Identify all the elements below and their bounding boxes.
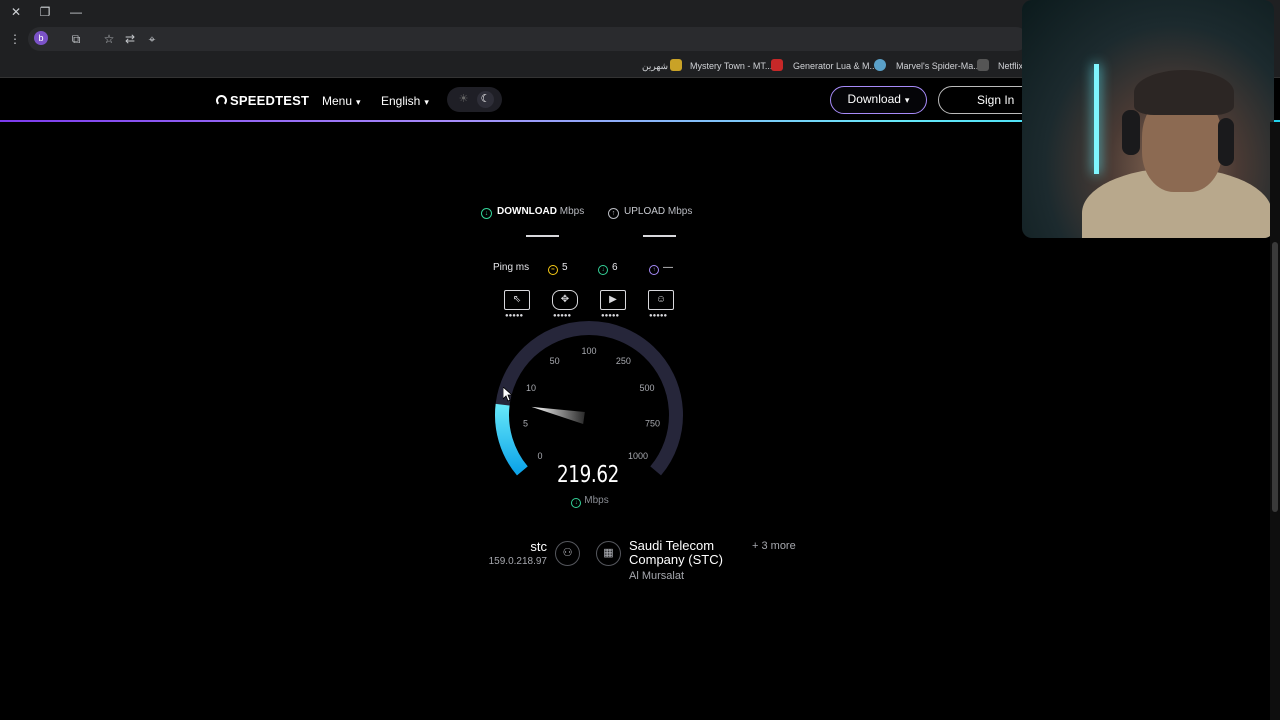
ip-address: 159.0.218.97	[488, 556, 547, 567]
web-browsing-rating: ●●●●●	[505, 313, 524, 319]
bookmark-item[interactable]: Marvel's Spider-Ma...	[896, 59, 981, 73]
headset-icon	[1122, 110, 1140, 155]
download-ping-icon: ↓	[598, 265, 608, 275]
download-ping-value: 6	[612, 262, 618, 273]
gauge-tick-label: 10	[526, 383, 536, 393]
webcam-overlay	[1022, 0, 1274, 238]
address-bar[interactable]	[28, 27, 1028, 51]
upload-ping: ↑ —	[649, 261, 673, 275]
menu-label: Menu	[322, 94, 353, 108]
download-ping: ↓ 6	[598, 261, 618, 275]
gauge-fill	[495, 403, 528, 476]
download-tab-unit: Mbps	[559, 206, 585, 217]
speed-gauge: 0 5 10 50 100 250 500 750 1000	[495, 321, 683, 476]
server-icon[interactable]: ▦	[596, 541, 621, 566]
gauge-tick-label: 100	[581, 346, 596, 356]
speed-value: 219.62	[557, 462, 619, 488]
bookmark-item[interactable]: Netflix	[998, 59, 1023, 73]
upload-tab[interactable]: ↑ UPLOAD Mbps	[608, 205, 692, 219]
video-call-icon[interactable]: ☺	[648, 290, 674, 310]
web-browsing-icon[interactable]: ⇖	[504, 290, 530, 310]
upload-ping-value: —	[663, 262, 673, 273]
gauge-tick-label: 50	[550, 356, 560, 366]
idle-ping-value: 5	[562, 262, 568, 273]
headset-icon	[1218, 118, 1234, 166]
idle-ping: ≈5	[548, 261, 568, 275]
gauge-tick-label: 5	[523, 418, 528, 428]
download-app-button[interactable]: Download ▾	[830, 86, 927, 114]
bookmark-star-icon[interactable]: ☆	[102, 32, 116, 46]
gauge-ticks: 0 5 10 50 100 250 500 750 1000	[523, 346, 660, 461]
more-servers-link[interactable]: + 3 more	[752, 540, 796, 553]
bookmark-item[interactable]: شهرين	[642, 59, 668, 73]
location-icon[interactable]: ⌖	[145, 32, 159, 46]
speed-unit: ↓ Mbps	[560, 494, 620, 508]
upload-tab-label: UPLOAD	[624, 206, 666, 217]
bookmark-favicon-icon	[670, 59, 682, 71]
language-label: English	[381, 94, 421, 108]
download-tab[interactable]: ↓ DOWNLOAD Mbps	[481, 205, 584, 219]
upload-ping-icon: ↑	[649, 265, 659, 275]
server-name[interactable]: Saudi Telecom Company (STC)	[629, 539, 739, 569]
extensions-icon[interactable]: ⧉	[69, 32, 83, 46]
download-tab-label: DOWNLOAD	[497, 206, 557, 217]
chevron-down-icon: ▾	[904, 95, 910, 105]
gauge-logo-icon	[216, 95, 227, 106]
gauge-tick-label: 250	[616, 356, 631, 366]
bookmark-favicon-icon	[874, 59, 886, 71]
video-streaming-rating: ●●●●●	[601, 313, 620, 319]
profile-avatar[interactable]: b	[34, 31, 48, 45]
sun-icon[interactable]: ☀	[455, 91, 472, 108]
minimize-window-icon[interactable]: —	[68, 4, 84, 20]
video-streaming-icon[interactable]: ▶	[600, 290, 626, 310]
gauge-needle	[531, 406, 585, 424]
gauge-tick-label: 750	[645, 418, 660, 428]
scroll-thumb[interactable]	[1272, 242, 1278, 512]
bookmark-item[interactable]: Mystery Town - MT...	[690, 59, 772, 73]
menu-dropdown[interactable]: Menu ▾	[322, 93, 361, 109]
upload-tab-underline	[643, 235, 676, 237]
download-arrow-icon: ↓	[571, 498, 582, 508]
bookmark-favicon-icon	[977, 59, 989, 71]
close-window-icon[interactable]: ✕	[8, 4, 24, 20]
moon-icon[interactable]: ☾	[477, 91, 494, 108]
download-tab-underline	[526, 235, 559, 237]
isp-name: stc	[530, 539, 547, 554]
page-scrollbar[interactable]	[1270, 122, 1280, 720]
gaming-icon[interactable]: ✥	[552, 290, 578, 310]
gauge-tick-label: 0	[537, 451, 542, 461]
user-icon[interactable]: ⚇	[555, 541, 580, 566]
chevron-down-icon: ▾	[424, 97, 429, 107]
bookmark-favicon-icon	[771, 59, 783, 71]
upload-tab-unit: Mbps	[667, 206, 693, 217]
neon-light	[1094, 64, 1099, 174]
idle-ping-icon: ≈	[548, 265, 558, 275]
more-options-icon[interactable]: ⋮	[8, 32, 22, 46]
speed-unit-label: Mbps	[584, 495, 609, 506]
ping-label: Ping ms	[493, 262, 530, 273]
video-call-rating: ●●●●●	[649, 313, 668, 319]
bookmark-item[interactable]: Generator Lua & M...	[793, 59, 877, 73]
chevron-down-icon: ▾	[356, 97, 361, 107]
gauge-tick-label: 1000	[628, 451, 648, 461]
logo-text: SPEEDTEST	[230, 93, 310, 108]
upload-arrow-icon: ↑	[608, 208, 619, 219]
theme-toggle[interactable]: ☀ ☾	[447, 87, 502, 112]
restore-window-icon[interactable]: ❐	[37, 4, 53, 20]
person-hair	[1134, 70, 1234, 115]
server-location: Al Mursalat	[629, 570, 685, 582]
download-arrow-icon: ↓	[481, 208, 492, 219]
speedtest-logo[interactable]: SPEEDTEST	[216, 93, 309, 109]
language-dropdown[interactable]: English ▾	[381, 93, 429, 109]
gaming-rating: ●●●●●	[553, 313, 572, 319]
translate-icon[interactable]: ⇄	[123, 32, 137, 46]
mouse-cursor-icon	[503, 387, 513, 402]
gauge-tick-label: 500	[639, 383, 654, 393]
download-button-label: Download	[847, 92, 901, 106]
